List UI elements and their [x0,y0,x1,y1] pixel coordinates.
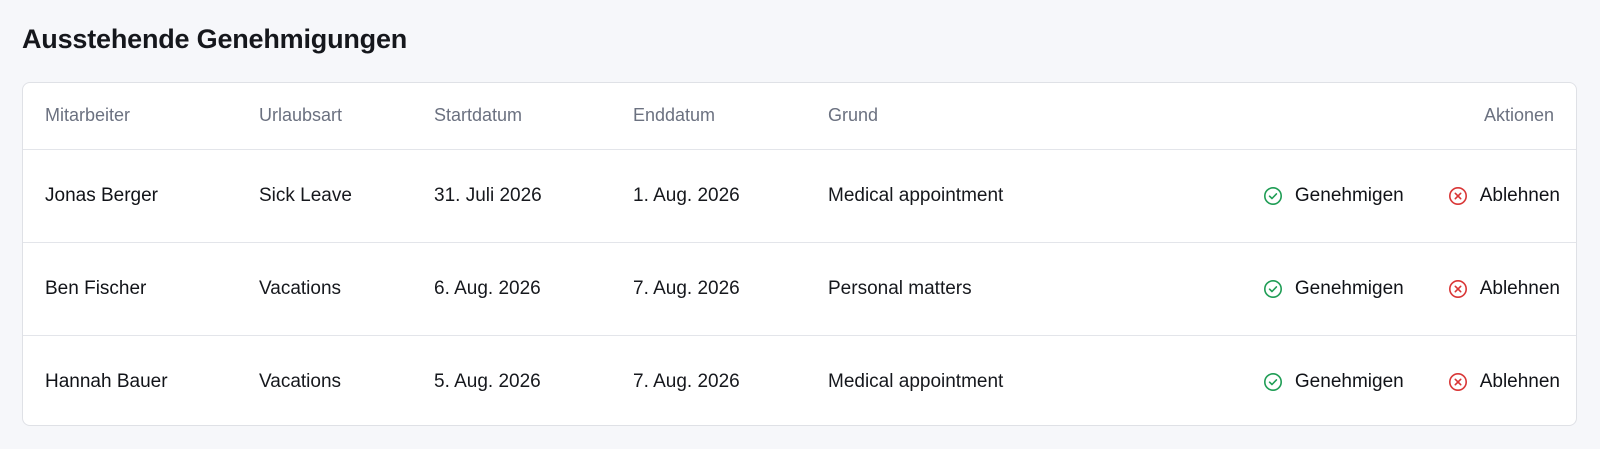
table-row: Ben Fischer Vacations 6. Aug. 2026 7. Au… [23,242,1576,335]
x-circle-icon [1448,279,1468,299]
row-actions: Genehmigen Ablehnen [1220,149,1576,242]
row-actions: Genehmigen Ablehnen [1220,335,1576,425]
reason: Medical appointment [828,370,1004,392]
table-row: Jonas Berger Sick Leave 31. Juli 2026 1.… [23,149,1576,242]
column-header-reason[interactable]: Grund [828,83,1220,149]
reason: Medical appointment [828,184,1004,206]
start-date: 5. Aug. 2026 [434,370,541,392]
employee-name: Jonas Berger [45,184,159,206]
approve-label: Genehmigen [1294,370,1404,392]
column-header-actions: Aktionen [1483,105,1554,126]
check-circle-icon [1263,186,1283,206]
column-header-end-date[interactable]: Enddatum [633,83,828,149]
reject-button[interactable]: Ablehnen [1448,371,1560,393]
reject-label: Ablehnen [1479,184,1560,206]
column-header-employee[interactable]: Mitarbeiter [23,83,259,149]
reject-label: Ablehnen [1479,277,1560,299]
reject-button[interactable]: Ablehnen [1448,278,1560,300]
approve-label: Genehmigen [1294,277,1404,299]
x-circle-icon [1448,372,1468,392]
pending-approvals-table: Mitarbeiter Urlaubsart Startdatum Enddat… [23,83,1576,425]
approve-button[interactable]: Genehmigen [1263,371,1404,393]
table-row: Hannah Bauer Vacations 5. Aug. 2026 7. A… [23,335,1576,425]
check-circle-icon [1263,279,1283,299]
column-header-start-date[interactable]: Startdatum [434,83,633,149]
approve-label: Genehmigen [1294,184,1404,206]
page-title: Ausstehende Genehmigungen [22,24,408,54]
reject-button[interactable]: Ablehnen [1448,185,1560,207]
reason: Personal matters [828,277,972,299]
end-date: 1. Aug. 2026 [633,184,740,206]
row-actions: Genehmigen Ablehnen [1220,242,1576,335]
reject-label: Ablehnen [1479,370,1560,392]
employee-name: Ben Fischer [45,277,147,299]
start-date: 6. Aug. 2026 [434,277,541,299]
column-header-leave-type[interactable]: Urlaubsart [259,83,434,149]
leave-type: Vacations [259,370,342,392]
employee-name: Hannah Bauer [45,370,168,392]
start-date: 31. Juli 2026 [434,184,542,206]
approve-button[interactable]: Genehmigen [1263,185,1404,207]
end-date: 7. Aug. 2026 [633,277,740,299]
leave-type: Vacations [259,277,342,299]
x-circle-icon [1448,186,1468,206]
end-date: 7. Aug. 2026 [633,370,740,392]
table-header-row: Mitarbeiter Urlaubsart Startdatum Enddat… [23,83,1576,149]
leave-type: Sick Leave [259,184,352,206]
check-circle-icon [1263,372,1283,392]
approve-button[interactable]: Genehmigen [1263,278,1404,300]
pending-approvals-table-card: Mitarbeiter Urlaubsart Startdatum Enddat… [22,82,1577,426]
